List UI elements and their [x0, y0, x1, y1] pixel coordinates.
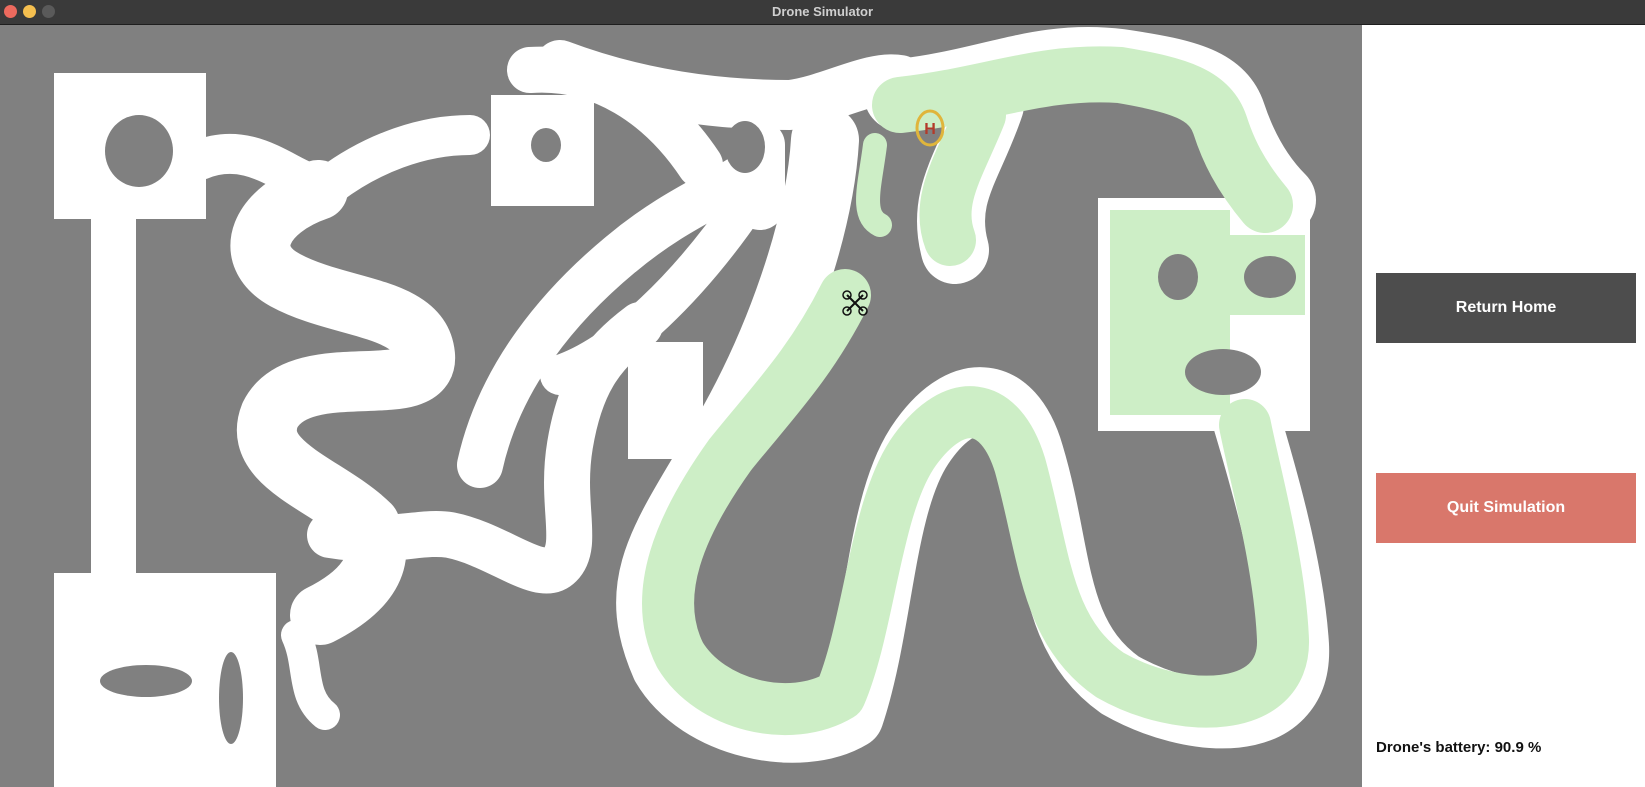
home-label: H — [924, 121, 936, 138]
control-panel: Return Home Quit Simulation Drone's batt… — [1362, 25, 1645, 787]
simulation-map[interactable]: H — [0, 25, 1362, 787]
return-home-button[interactable]: Return Home — [1376, 273, 1636, 343]
battery-status: Drone's battery: 90.9 % — [1376, 739, 1542, 756]
window-title: Drone Simulator — [771, 4, 874, 19]
window-titlebar: Drone Simulator — [0, 0, 1645, 25]
quit-simulation-button[interactable]: Quit Simulation — [1376, 473, 1636, 543]
map-canvas: H — [0, 25, 1362, 787]
